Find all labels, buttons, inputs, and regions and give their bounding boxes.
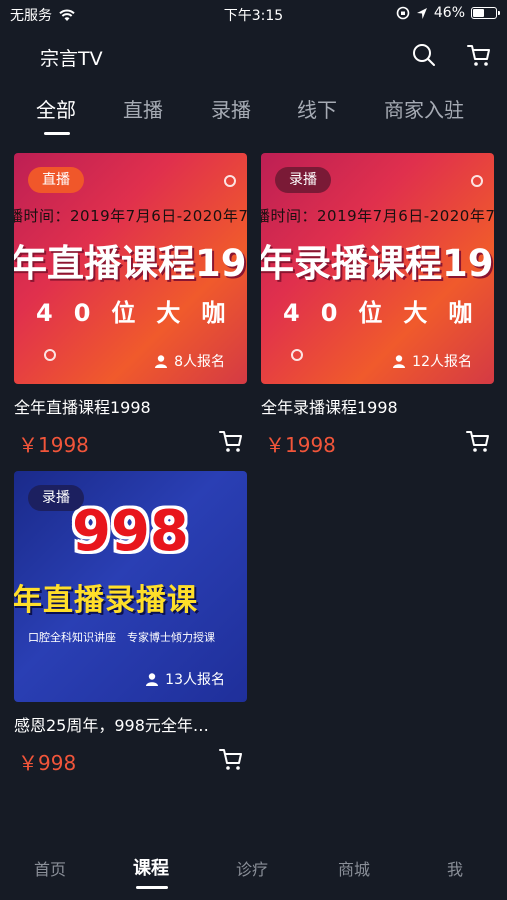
thumbnail-caption: 口腔全科知识讲座 专家博士倾力授课 <box>28 631 215 644</box>
course-thumbnail[interactable]: 998 年直播录播课 口腔全科知识讲座 专家博士倾力授课 录播 13人报名 <box>14 471 247 702</box>
app-title: 宗言TV <box>40 48 103 70</box>
thumbnail-subline: 年直播录播课 <box>14 583 198 618</box>
course-price: ￥1998 <box>265 433 336 457</box>
add-to-cart-icon[interactable] <box>217 427 245 455</box>
badge-recorded: 录播 <box>275 167 331 193</box>
nav-me[interactable]: 我 <box>447 856 463 880</box>
thumbnail-headline: 年录播课程19 <box>261 242 494 285</box>
status-bar: 无服务 下午3:15 46% <box>0 0 507 28</box>
user-icon <box>155 355 168 368</box>
orientation-lock-icon <box>396 6 410 20</box>
status-right: 46% <box>396 5 500 21</box>
thumbnail-schedule-text: 播时间：2019年7月6日-2020年7 <box>14 207 247 225</box>
cart-icon[interactable] <box>465 41 493 69</box>
add-to-cart-icon[interactable] <box>217 745 245 773</box>
course-price: ￥1998 <box>18 433 89 457</box>
course-title[interactable]: 感恩25周年，998元全年… <box>14 712 247 736</box>
location-icon <box>416 7 427 19</box>
signup-count-text: 12人报名 <box>412 354 472 370</box>
add-to-cart-icon[interactable] <box>464 427 492 455</box>
badge-live: 直播 <box>28 167 84 193</box>
course-thumbnail[interactable]: 播时间：2019年7月6日-2020年7 年直播课程19 40位大咖 直播 8人… <box>14 153 247 384</box>
user-icon <box>393 355 406 368</box>
signup-count: 13人报名 <box>145 669 225 689</box>
course-title[interactable]: 全年录播课程1998 <box>261 394 494 418</box>
decor-circle <box>44 349 56 361</box>
badge-recorded: 录播 <box>28 485 84 511</box>
nav-courses[interactable]: 课程 <box>133 854 169 880</box>
signup-count-text: 8人报名 <box>174 354 225 370</box>
signup-count-text: 13人报名 <box>165 672 225 688</box>
course-thumbnail[interactable]: 播时间：2019年7月6日-2020年7 年录播课程19 40位大咖 录播 12… <box>261 153 494 384</box>
signup-count: 12人报名 <box>392 351 472 371</box>
tab-all[interactable]: 全部 <box>36 94 76 123</box>
battery-percent: 46% <box>433 5 465 21</box>
search-icon[interactable] <box>410 41 438 69</box>
thumbnail-subline: 40位大咖 <box>36 299 247 327</box>
signup-count: 8人报名 <box>154 351 225 371</box>
thumbnail-subline: 40位大咖 <box>283 299 494 327</box>
tab-live[interactable]: 直播 <box>123 94 163 123</box>
nav-home[interactable]: 首页 <box>34 856 66 880</box>
decor-circle <box>224 175 236 187</box>
nav-clinic[interactable]: 诊疗 <box>236 856 268 880</box>
decor-circle <box>471 175 483 187</box>
active-tab-indicator <box>44 132 70 135</box>
active-nav-indicator <box>136 886 168 889</box>
tab-offline[interactable]: 线下 <box>297 94 337 123</box>
tab-merchant-join[interactable]: 商家入驻 <box>384 94 464 123</box>
decor-circle <box>291 349 303 361</box>
battery-icon <box>471 7 500 19</box>
battery-level <box>473 9 485 17</box>
user-icon <box>146 673 159 686</box>
thumbnail-headline: 年直播课程19 <box>14 242 247 285</box>
thumbnail-schedule-text: 播时间：2019年7月6日-2020年7 <box>261 207 494 225</box>
nav-mall[interactable]: 商城 <box>338 856 370 880</box>
tab-recorded[interactable]: 录播 <box>211 94 251 123</box>
thumbnail-headline: 998 <box>72 499 189 564</box>
course-price: ￥998 <box>18 751 77 775</box>
bottom-nav: 首页 课程 诊疗 商城 我 <box>0 848 507 900</box>
category-tabs: 全部 直播 录播 线下 商家入驻 <box>0 86 507 138</box>
course-title[interactable]: 全年直播课程1998 <box>14 394 247 418</box>
